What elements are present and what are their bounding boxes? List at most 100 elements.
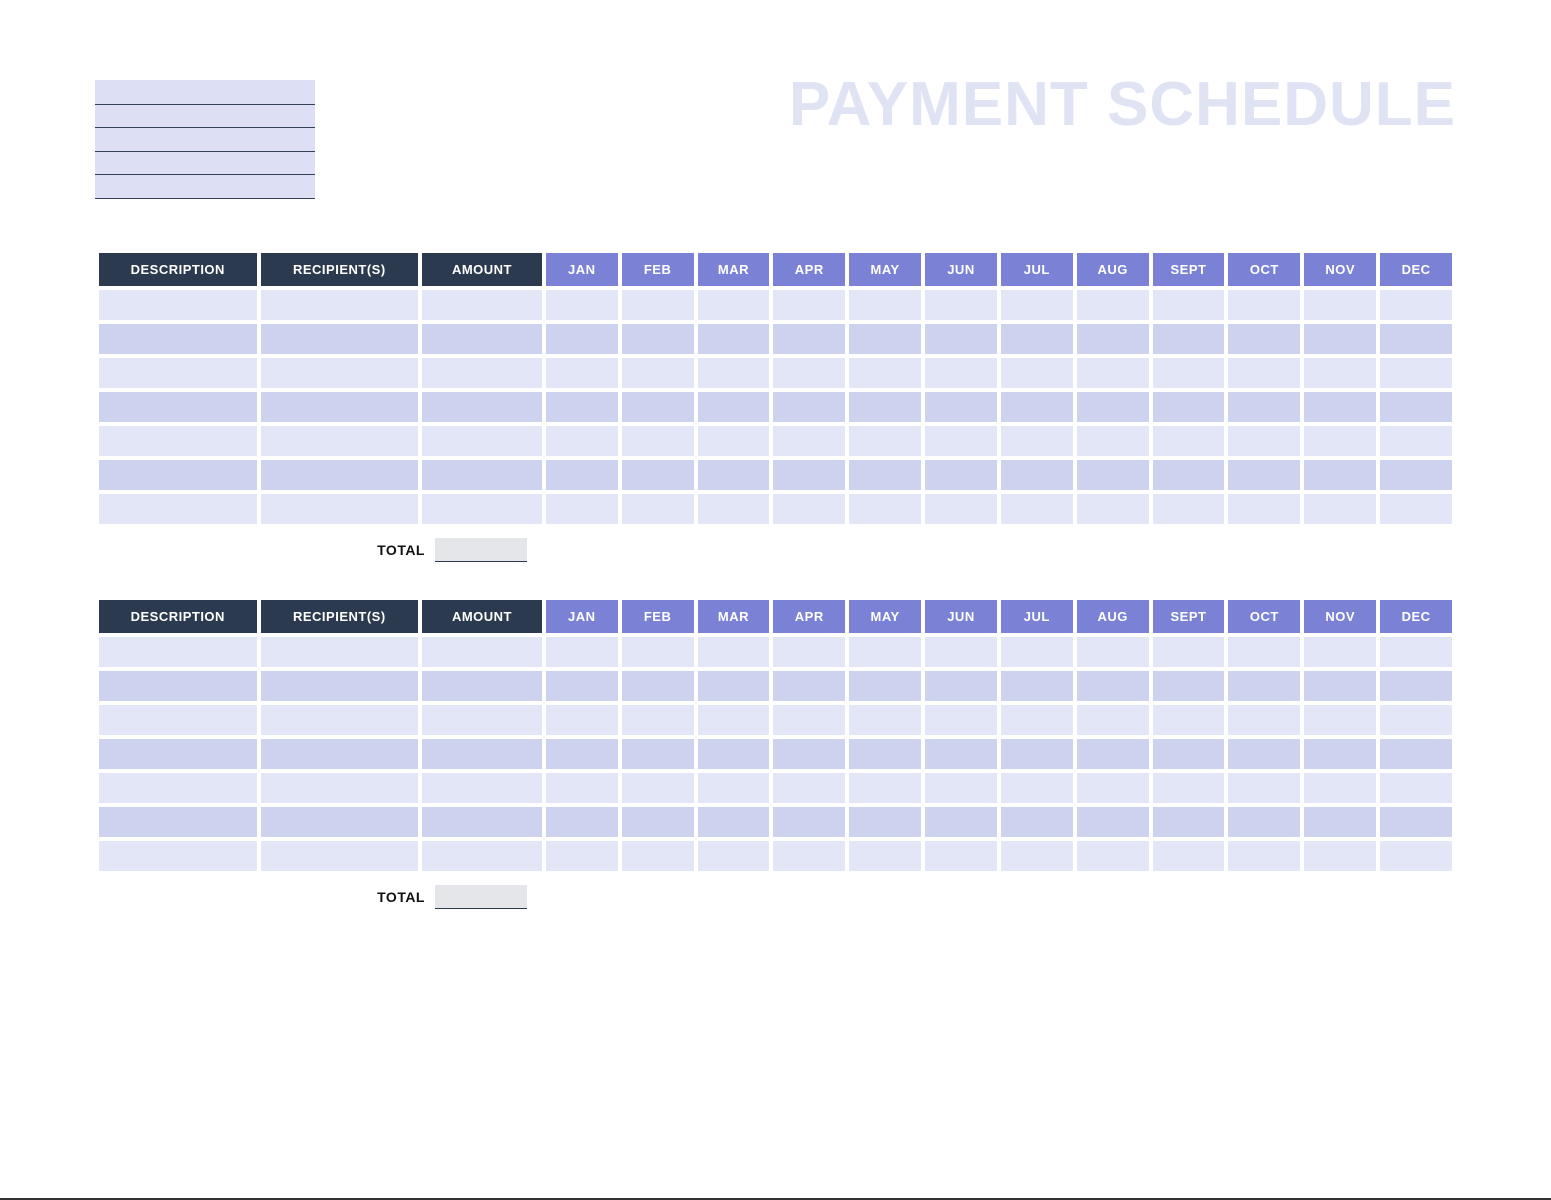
cell-month[interactable] (773, 494, 845, 524)
cell-month[interactable] (925, 773, 997, 803)
cell-description[interactable] (99, 705, 257, 735)
cell-month[interactable] (1001, 392, 1073, 422)
cell-month[interactable] (1304, 671, 1376, 701)
cell-month[interactable] (925, 841, 997, 871)
cell-month[interactable] (622, 705, 694, 735)
cell-month[interactable] (698, 841, 770, 871)
cell-month[interactable] (1380, 460, 1452, 490)
cell-month[interactable] (1077, 841, 1149, 871)
cell-month[interactable] (1304, 705, 1376, 735)
info-line[interactable] (95, 174, 315, 198)
cell-month[interactable] (1077, 637, 1149, 667)
cell-month[interactable] (1001, 773, 1073, 803)
cell-month[interactable] (1153, 290, 1225, 320)
cell-month[interactable] (622, 841, 694, 871)
cell-recipients[interactable] (261, 426, 419, 456)
cell-description[interactable] (99, 494, 257, 524)
cell-month[interactable] (698, 807, 770, 837)
cell-month[interactable] (1228, 392, 1300, 422)
cell-month[interactable] (1380, 739, 1452, 769)
cell-month[interactable] (1228, 671, 1300, 701)
cell-month[interactable] (773, 841, 845, 871)
cell-month[interactable] (925, 494, 997, 524)
cell-month[interactable] (773, 392, 845, 422)
cell-month[interactable] (1077, 739, 1149, 769)
cell-recipients[interactable] (261, 841, 419, 871)
cell-month[interactable] (1304, 460, 1376, 490)
cell-month[interactable] (546, 637, 618, 667)
cell-month[interactable] (849, 807, 921, 837)
cell-month[interactable] (1001, 494, 1073, 524)
cell-month[interactable] (773, 426, 845, 456)
cell-amount[interactable] (422, 739, 542, 769)
cell-recipients[interactable] (261, 460, 419, 490)
cell-recipients[interactable] (261, 671, 419, 701)
cell-month[interactable] (1001, 807, 1073, 837)
cell-month[interactable] (1380, 324, 1452, 354)
cell-month[interactable] (1001, 841, 1073, 871)
cell-description[interactable] (99, 841, 257, 871)
cell-month[interactable] (622, 739, 694, 769)
cell-month[interactable] (698, 494, 770, 524)
cell-month[interactable] (925, 324, 997, 354)
cell-month[interactable] (546, 392, 618, 422)
cell-month[interactable] (1153, 637, 1225, 667)
cell-month[interactable] (925, 290, 997, 320)
cell-month[interactable] (1380, 494, 1452, 524)
cell-description[interactable] (99, 358, 257, 388)
cell-amount[interactable] (422, 426, 542, 456)
cell-month[interactable] (1380, 358, 1452, 388)
cell-month[interactable] (546, 705, 618, 735)
cell-month[interactable] (773, 324, 845, 354)
cell-month[interactable] (925, 671, 997, 701)
info-line[interactable] (95, 104, 315, 128)
cell-month[interactable] (849, 773, 921, 803)
cell-month[interactable] (1153, 426, 1225, 456)
cell-recipients[interactable] (261, 705, 419, 735)
cell-month[interactable] (1304, 324, 1376, 354)
cell-month[interactable] (1001, 637, 1073, 667)
cell-month[interactable] (1304, 739, 1376, 769)
cell-month[interactable] (698, 637, 770, 667)
cell-description[interactable] (99, 637, 257, 667)
cell-month[interactable] (622, 426, 694, 456)
cell-month[interactable] (1304, 807, 1376, 837)
cell-description[interactable] (99, 739, 257, 769)
cell-month[interactable] (773, 773, 845, 803)
cell-month[interactable] (622, 807, 694, 837)
cell-month[interactable] (849, 671, 921, 701)
cell-month[interactable] (1153, 671, 1225, 701)
cell-month[interactable] (1380, 841, 1452, 871)
cell-month[interactable] (1228, 841, 1300, 871)
cell-month[interactable] (1153, 807, 1225, 837)
cell-month[interactable] (1077, 426, 1149, 456)
cell-recipients[interactable] (261, 494, 419, 524)
cell-amount[interactable] (422, 637, 542, 667)
cell-month[interactable] (1153, 324, 1225, 354)
cell-month[interactable] (925, 392, 997, 422)
cell-month[interactable] (1228, 324, 1300, 354)
cell-month[interactable] (1153, 841, 1225, 871)
cell-month[interactable] (546, 841, 618, 871)
cell-month[interactable] (773, 637, 845, 667)
cell-month[interactable] (1228, 637, 1300, 667)
cell-recipients[interactable] (261, 637, 419, 667)
cell-month[interactable] (925, 705, 997, 735)
cell-month[interactable] (1001, 426, 1073, 456)
cell-month[interactable] (698, 460, 770, 490)
cell-month[interactable] (849, 739, 921, 769)
cell-description[interactable] (99, 671, 257, 701)
cell-month[interactable] (1304, 773, 1376, 803)
cell-month[interactable] (849, 460, 921, 490)
cell-month[interactable] (698, 739, 770, 769)
cell-month[interactable] (849, 637, 921, 667)
cell-description[interactable] (99, 773, 257, 803)
cell-month[interactable] (1077, 494, 1149, 524)
cell-month[interactable] (1380, 671, 1452, 701)
cell-description[interactable] (99, 392, 257, 422)
cell-amount[interactable] (422, 807, 542, 837)
cell-month[interactable] (546, 807, 618, 837)
cell-month[interactable] (1077, 807, 1149, 837)
cell-description[interactable] (99, 807, 257, 837)
total-value[interactable] (435, 538, 527, 562)
